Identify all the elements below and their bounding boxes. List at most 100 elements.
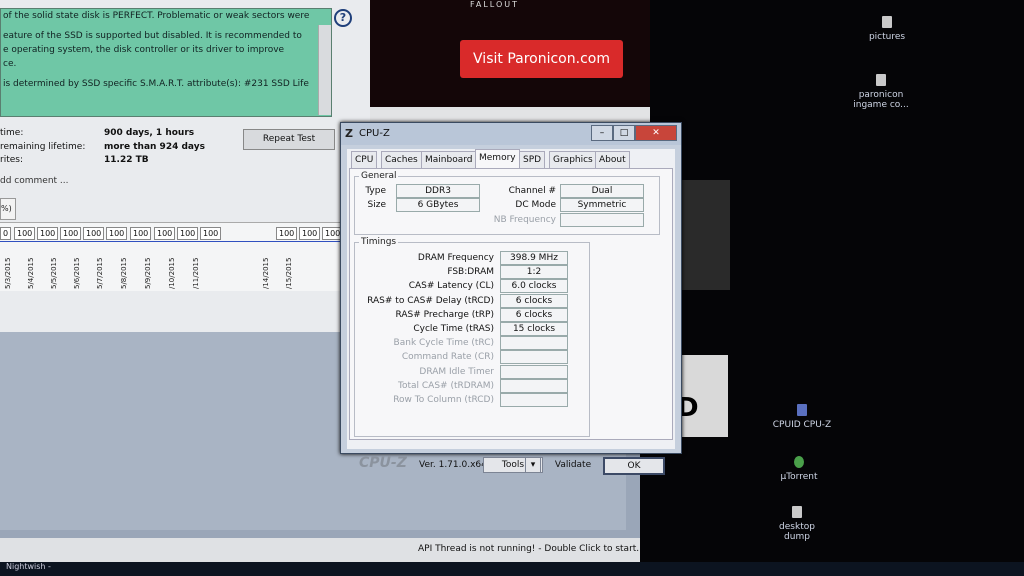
desktop-icon-desktop-dump[interactable]: desktop dump — [752, 506, 842, 542]
window-body: CPU Caches Mainboard Memory SPD Graphics… — [347, 149, 675, 475]
report-line: e operating system, the disk controller … — [3, 45, 285, 55]
timing-value: 6 clocks — [500, 293, 568, 308]
dc-mode-value: Symmetric — [560, 198, 644, 212]
chart-value-cell: 100 — [130, 227, 152, 240]
timing-label: Cycle Time (tRAS) — [413, 324, 494, 334]
ok-button[interactable]: OK — [603, 457, 665, 475]
title-bar[interactable]: Z CPU-Z – □ ✕ — [341, 123, 681, 145]
chart-value-cell: 100 — [154, 227, 176, 240]
stat-value: more than 924 days — [104, 142, 205, 152]
taskbar-item[interactable]: Nightwish - — [6, 562, 51, 571]
report-scrollbar[interactable] — [318, 25, 331, 115]
chart-value-cell: 100 — [106, 227, 128, 240]
timing-value — [500, 336, 568, 351]
utorrent-icon — [794, 456, 804, 468]
add-comment-link[interactable]: dd comment ... — [0, 176, 69, 186]
desktop-icon-paronicon[interactable]: paronicon ingame co... — [836, 74, 926, 110]
type-label: Type — [365, 186, 386, 196]
ssd-report-textbox[interactable]: of the solid state disk is PERFECT. Prob… — [0, 8, 332, 117]
close-button[interactable]: ✕ — [635, 125, 677, 141]
folder-icon — [882, 16, 892, 28]
nb-frequency-value — [560, 213, 644, 227]
timing-value — [500, 393, 568, 407]
timing-label: Total CAS# (tRDRAM) — [398, 380, 494, 391]
version-label: Ver. 1.71.0.x64 — [419, 460, 487, 470]
tab-mainboard[interactable]: Mainboard — [421, 151, 477, 168]
stat-label: time: — [0, 128, 24, 138]
validate-button[interactable]: Validate — [547, 457, 599, 473]
chart-date-label: 5/9/2015 — [144, 257, 152, 289]
chart-date-label: 5/5/2015 — [50, 257, 58, 289]
game-thumbnail — [675, 180, 730, 290]
cpuz-footer-logo: CPU-Z — [359, 455, 407, 471]
size-value: 6 GBytes — [396, 198, 480, 212]
timing-value: 6 clocks — [500, 307, 568, 322]
stat-value: 900 days, 1 hours — [104, 128, 195, 138]
chart-value-cell: 100 — [299, 227, 321, 240]
size-label: Size — [367, 200, 386, 210]
nb-frequency-label: NB Frequency — [493, 215, 556, 225]
window-title: CPU-Z — [359, 128, 390, 139]
tools-label: Tools — [501, 460, 525, 470]
cpuz-window: Z CPU-Z – □ ✕ CPU Caches Mainboard Memor… — [340, 122, 682, 475]
timing-value: 1:2 — [500, 265, 568, 280]
chart-date-label: /10/2015 — [168, 257, 176, 289]
chart-value-cell: 100 — [177, 227, 199, 240]
tab-spd[interactable]: SPD — [519, 151, 546, 168]
status-message[interactable]: API Thread is not running! - Double Clic… — [418, 544, 639, 554]
visit-paronicon-button[interactable]: Visit Paronicon.com — [460, 40, 623, 78]
chart-value-cell: 100 — [37, 227, 59, 240]
channel-value: Dual — [560, 184, 644, 198]
timing-label: RAS# to CAS# Delay (tRCD) — [367, 295, 494, 306]
minimize-button[interactable]: – — [591, 125, 613, 141]
desktop-icon-pictures[interactable]: pictures — [842, 16, 932, 42]
timing-label: DRAM Frequency — [417, 253, 494, 263]
stat-label: rites: — [0, 155, 23, 165]
chart-value-cell: 100 — [14, 227, 36, 240]
timing-label: Bank Cycle Time (tRC) — [393, 338, 494, 349]
chart-date-label: 5/7/2015 — [96, 257, 104, 289]
report-line: is determined by SSD specific S.M.A.R.T.… — [3, 79, 309, 89]
desktop-icon-label: pictures — [868, 32, 906, 42]
chart-date-label: 5/8/2015 — [120, 257, 128, 289]
general-legend: General — [361, 171, 397, 181]
chart-value-cell: 100 — [276, 227, 298, 240]
desktop-icon-cpuz[interactable]: CPUID CPU-Z — [757, 404, 847, 430]
health-tab[interactable]: %) — [0, 198, 16, 220]
stat-value: 11.22 TB — [104, 155, 149, 165]
channel-label: Channel # — [508, 186, 556, 196]
chart-date-label: 5/4/2015 — [27, 257, 35, 289]
timing-label: Command Rate (CR) — [401, 352, 494, 363]
desktop-icon-label: desktop dump — [779, 522, 815, 542]
timing-value — [500, 378, 568, 393]
tab-memory[interactable]: Memory — [475, 149, 520, 168]
repeat-test-button[interactable]: Repeat Test — [243, 129, 335, 150]
desktop-icon-label: µTorrent — [780, 472, 818, 482]
chart-date-label: /11/2015 — [192, 257, 200, 289]
chart-date-label: 5/3/2015 — [4, 257, 12, 289]
type-value: DDR3 — [396, 184, 480, 198]
dc-mode-label: DC Mode — [515, 200, 556, 210]
tab-about[interactable]: About — [595, 151, 630, 168]
report-line: ce. — [3, 59, 17, 69]
timing-label: DRAM Idle Timer — [419, 366, 494, 377]
desktop-icon-label: CPUID CPU-Z — [772, 420, 832, 430]
report-line: eature of the SSD is supported but disab… — [3, 31, 302, 41]
stat-label: remaining lifetime: — [0, 142, 86, 152]
cpuz-shortcut-icon — [797, 404, 807, 416]
maximize-button[interactable]: □ — [613, 125, 635, 141]
cpuz-app-icon: Z — [345, 127, 353, 140]
desktop-icon-utorrent[interactable]: µTorrent — [754, 456, 844, 482]
timings-legend: Timings — [361, 237, 397, 247]
timing-value: 398.9 MHz — [500, 251, 568, 265]
timing-label: RAS# Precharge (tRP) — [395, 309, 494, 320]
tab-cpu[interactable]: CPU — [351, 151, 378, 168]
timing-label: Row To Column (tRCD) — [393, 395, 494, 405]
tab-caches[interactable]: Caches — [381, 151, 422, 168]
timing-label: CAS# Latency (CL) — [408, 281, 494, 292]
help-icon[interactable]: ? — [334, 9, 352, 27]
tools-dropdown-icon[interactable]: ▾ — [525, 457, 541, 473]
tab-graphics[interactable]: Graphics — [549, 151, 597, 168]
game-thumbnail: D — [675, 355, 728, 437]
health-history-chart: 0 100 100 100 100 100 100 100 100 100 100 100 100 5/… — [0, 222, 344, 291]
